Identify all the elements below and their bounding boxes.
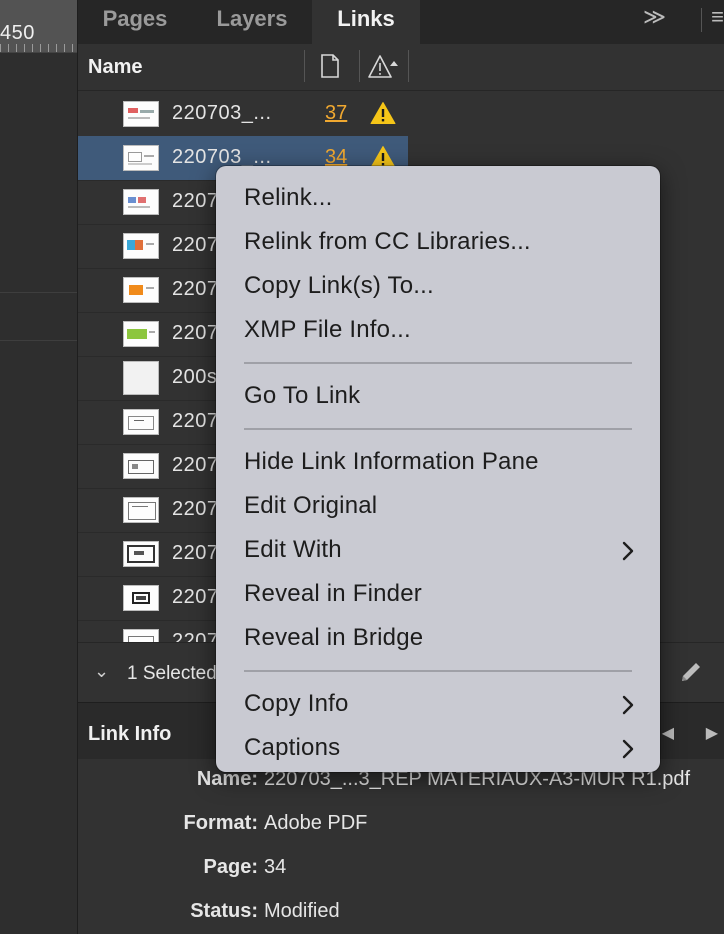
menu-item-label: Reveal in Bridge	[244, 624, 424, 651]
column-divider[interactable]	[359, 50, 360, 82]
info-value: 34	[264, 856, 287, 878]
panel-menu-icon[interactable]: ≡	[711, 4, 724, 30]
link-name: 2207	[172, 190, 219, 212]
document-area: 450	[0, 0, 78, 934]
submenu-arrow-icon	[622, 739, 634, 759]
link-thumbnail	[123, 409, 159, 435]
menu-separator	[244, 670, 632, 672]
info-value: Adobe PDF	[264, 812, 368, 834]
menu-separator	[244, 428, 632, 430]
menu-item-label: Hide Link Information Pane	[244, 448, 539, 475]
chevron-down-icon[interactable]: ⌄	[94, 661, 109, 682]
name-column-header[interactable]: Name	[88, 56, 142, 79]
menu-item-label: Edit Original	[244, 492, 378, 519]
double-chevron-right-icon[interactable]: ≫	[643, 4, 666, 30]
info-value: Modified	[264, 900, 340, 922]
divider	[701, 8, 702, 32]
link-thumbnail	[123, 101, 159, 127]
panel-tabs: Pages Layers Links ≫ ≡	[78, 0, 724, 44]
link-thumbnail	[123, 277, 159, 303]
menu-item-hide-link-info-pane[interactable]: Hide Link Information Pane	[216, 441, 660, 485]
tab-layers[interactable]: Layers	[196, 0, 308, 44]
menu-item-label: Copy Link(s) To...	[244, 272, 434, 299]
menu-item-label: Relink...	[244, 184, 333, 211]
menu-item-label: Reveal in Finder	[244, 580, 422, 607]
next-link-icon[interactable]: ▶	[706, 723, 718, 743]
link-row[interactable]: 220703_... 37	[78, 92, 408, 137]
menu-item-reveal-in-bridge[interactable]: Reveal in Bridge	[216, 617, 660, 661]
info-label: Format:	[183, 812, 258, 834]
info-format-row: Format: Adobe PDF	[78, 812, 724, 842]
menu-item-relink-cc-libraries[interactable]: Relink from CC Libraries...	[216, 221, 660, 265]
info-label: Page:	[203, 856, 258, 878]
info-page-row: Page: 34	[78, 856, 724, 886]
link-thumbnail	[123, 189, 159, 215]
link-thumbnail	[123, 541, 159, 567]
link-name: 220703_...	[172, 102, 272, 124]
link-name: 2207	[172, 454, 219, 476]
link-name: 2207	[172, 410, 219, 432]
menu-item-relink[interactable]: Relink...	[216, 177, 660, 221]
menu-item-label: Captions	[244, 734, 341, 761]
ruler-number: 450	[0, 22, 35, 44]
menu-item-label: Relink from CC Libraries...	[244, 228, 531, 255]
link-thumbnail	[123, 585, 159, 611]
ruler-ticks	[0, 44, 77, 52]
menu-item-label: XMP File Info...	[244, 316, 411, 343]
menu-item-captions[interactable]: Captions	[216, 727, 660, 771]
info-name-row: Name: 220703_...3_REP MATERIAUX-A3-MUR R…	[78, 768, 724, 798]
link-name: 2207	[172, 630, 219, 642]
link-thumbnail	[123, 321, 159, 347]
warning-icon[interactable]	[370, 101, 396, 125]
selection-count: 1 Selected	[127, 663, 217, 684]
link-thumbnail	[123, 361, 159, 395]
link-name: 2207	[172, 234, 219, 256]
info-label: Status:	[190, 900, 258, 922]
column-header: Name	[78, 44, 724, 91]
link-name: 200s	[172, 366, 218, 388]
link-info-title: Link Info	[88, 723, 172, 745]
link-name: 2207	[172, 542, 219, 564]
menu-item-label: Edit With	[244, 536, 342, 563]
link-name: 2207	[172, 322, 219, 344]
menu-item-label: Go To Link	[244, 382, 361, 409]
menu-item-edit-with[interactable]: Edit With	[216, 529, 660, 573]
submenu-arrow-icon	[622, 695, 634, 715]
menu-item-xmp-file-info[interactable]: XMP File Info...	[216, 309, 660, 353]
link-thumbnail	[123, 145, 159, 171]
menu-item-label: Copy Info	[244, 690, 349, 717]
info-status-row: Status: Modified	[78, 900, 724, 930]
column-divider[interactable]	[304, 50, 305, 82]
menu-separator	[244, 362, 632, 364]
link-page-number[interactable]: 37	[325, 102, 347, 125]
link-thumbnail	[123, 629, 159, 642]
link-name: 2207	[172, 278, 219, 300]
tab-pages[interactable]: Pages	[78, 0, 192, 44]
menu-item-go-to-link[interactable]: Go To Link	[216, 375, 660, 419]
guide-line	[0, 292, 77, 293]
page-column-icon[interactable]	[320, 54, 340, 78]
tab-links[interactable]: Links	[312, 0, 420, 44]
link-thumbnail	[123, 233, 159, 259]
status-column-icon[interactable]	[368, 54, 402, 80]
column-divider[interactable]	[408, 50, 409, 82]
link-name: 2207	[172, 586, 219, 608]
menu-item-edit-original[interactable]: Edit Original	[216, 485, 660, 529]
link-thumbnail	[123, 453, 159, 479]
previous-link-icon[interactable]: ◀	[662, 723, 674, 743]
menu-item-reveal-in-finder[interactable]: Reveal in Finder	[216, 573, 660, 617]
horizontal-ruler: 450	[0, 0, 77, 53]
menu-item-copy-links-to[interactable]: Copy Link(s) To...	[216, 265, 660, 309]
submenu-arrow-icon	[622, 541, 634, 561]
pencil-icon[interactable]	[678, 659, 704, 685]
context-menu: Relink... Relink from CC Libraries... Co…	[216, 166, 660, 772]
link-thumbnail	[123, 497, 159, 523]
menu-item-copy-info[interactable]: Copy Info	[216, 683, 660, 727]
link-name: 2207	[172, 498, 219, 520]
guide-line	[0, 340, 77, 341]
